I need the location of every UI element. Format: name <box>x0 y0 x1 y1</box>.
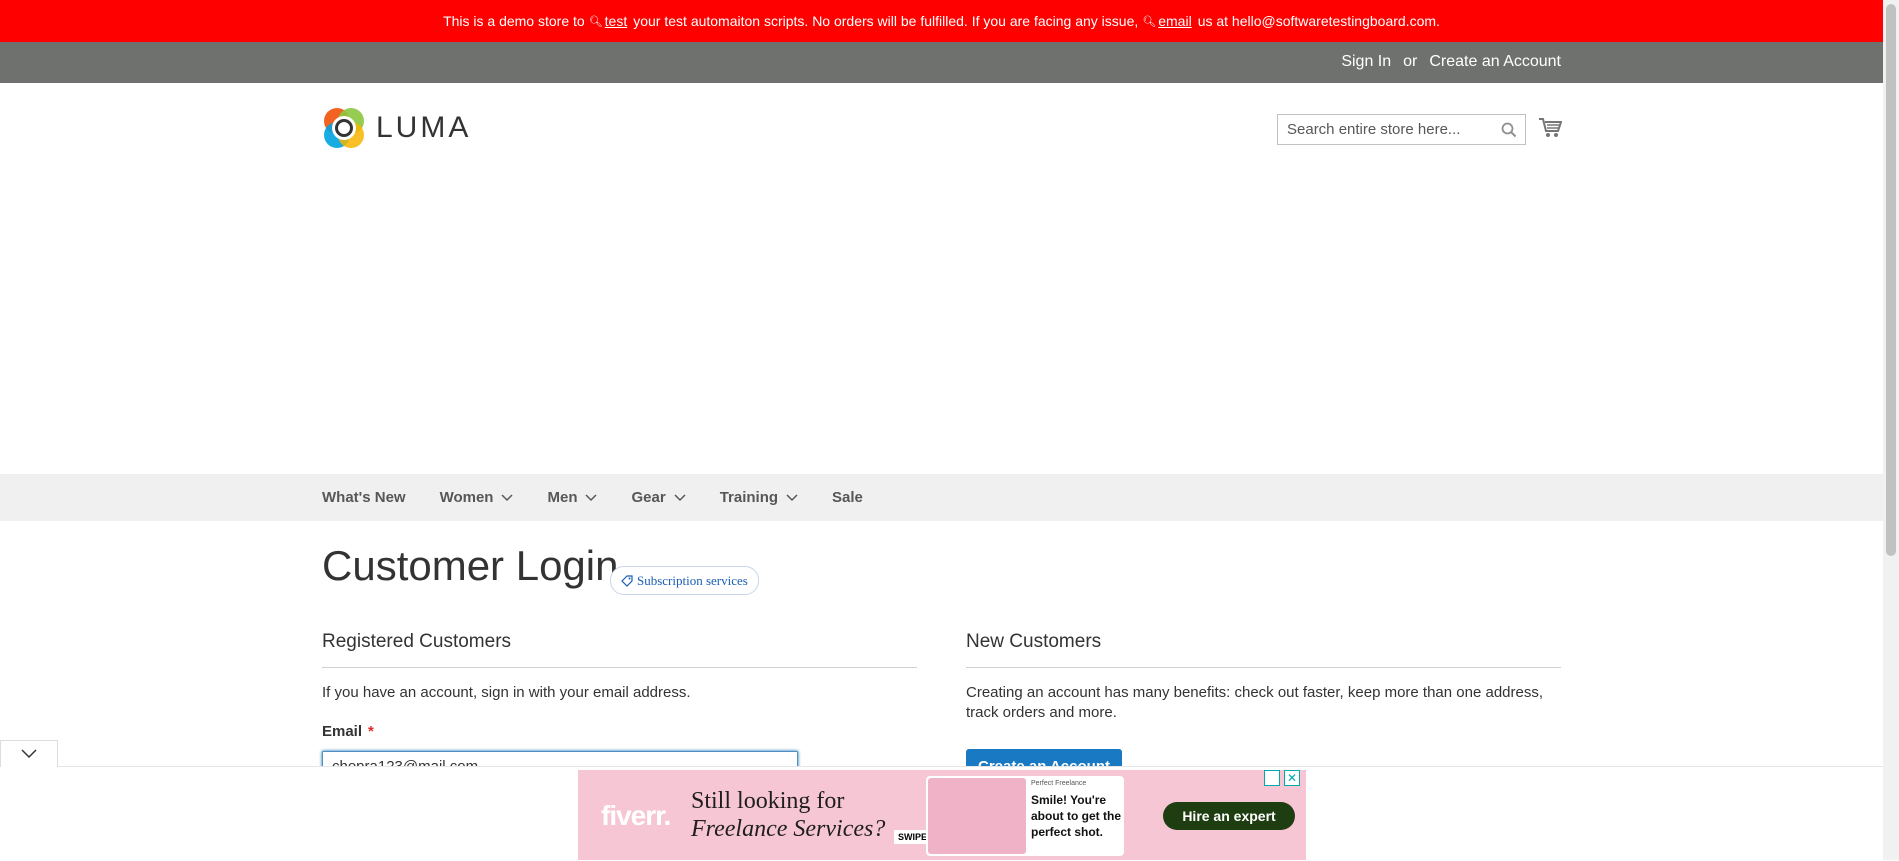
or-separator: or <box>1403 53 1418 70</box>
cart-icon[interactable] <box>1538 117 1563 139</box>
scrollbar[interactable] <box>1883 0 1899 860</box>
luma-logo-icon <box>324 108 364 148</box>
nav-item-men[interactable]: Men <box>547 489 598 506</box>
nav-label: Training <box>719 489 779 506</box>
hire-expert-button[interactable]: Hire an expert <box>1163 802 1295 830</box>
luma-logo[interactable]: LUMA <box>322 106 472 150</box>
nav-label: Sale <box>832 489 863 506</box>
search-input[interactable] <box>1278 115 1506 144</box>
chevron-down-icon <box>21 749 37 759</box>
subscription-services-badge[interactable]: Subscription services <box>610 566 759 595</box>
logo-text: LUMA <box>376 111 472 144</box>
nav-label: Men <box>547 489 578 506</box>
page-title: Customer Login <box>322 542 619 589</box>
nav-item-whats-new[interactable]: What's New <box>322 489 406 506</box>
ad-card-caption: Perfect Freelance <box>1031 780 1087 787</box>
registered-intro: If you have an account, sign in with you… <box>322 684 691 701</box>
chevron-down-icon <box>501 493 514 501</box>
main-navigation: What's New Women Men Gear Training Sale <box>0 474 1883 521</box>
chevron-down-icon <box>674 493 686 501</box>
ad-collapse-toggle[interactable] <box>0 740 58 767</box>
adchoices-icon[interactable] <box>1264 770 1280 786</box>
nav-item-training[interactable]: Training <box>720 489 798 506</box>
divider <box>322 667 917 668</box>
new-customers-intro: Creating an account has many benefits: c… <box>966 684 1544 721</box>
ad-headline-2: Freelance Services? <box>691 816 886 842</box>
search-box[interactable] <box>1277 114 1526 145</box>
demo-notice-middle: your test automaiton scripts. No orders … <box>633 13 1139 29</box>
ad-card: Perfect Freelance Smile! You're about to… <box>926 776 1124 856</box>
header-links: Sign In or Create an Account <box>1341 53 1561 71</box>
chevron-down-icon <box>786 493 798 501</box>
required-mark: * <box>368 723 374 740</box>
email-label-text: Email <box>322 723 363 740</box>
create-account-link[interactable]: Create an Account <box>1429 53 1561 71</box>
ad-headline: Still looking for <box>691 788 845 814</box>
nav-label: Women <box>439 489 494 506</box>
demo-notice-bar: This is a demo store to 🔍︎ test your tes… <box>0 0 1883 42</box>
ad-card-message: Smile! You're about to get the perfect s… <box>1031 793 1121 839</box>
chevron-down-icon <box>585 493 598 501</box>
registered-customers-title: Registered Customers <box>322 631 512 652</box>
nav-item-gear[interactable]: Gear <box>631 489 686 506</box>
ad-card-image <box>928 778 1026 854</box>
scrollbar-thumb[interactable] <box>1886 4 1896 556</box>
magnifier-icon: 🔍︎ <box>1142 15 1157 28</box>
demo-test-link[interactable]: test <box>605 13 628 29</box>
nav-label: Gear <box>631 489 666 506</box>
demo-notice-suffix: us at hello@softwaretestingboard.com. <box>1197 13 1440 29</box>
email-label: Email * <box>322 723 374 740</box>
search-icon[interactable] <box>1501 122 1517 138</box>
minicart[interactable] <box>1538 117 1563 144</box>
demo-email-link[interactable]: email <box>1158 13 1191 29</box>
fiverr-ad-banner[interactable]: fiverr. Still looking for Freelance Serv… <box>578 770 1306 860</box>
nav-item-women[interactable]: Women <box>440 489 514 506</box>
top-panel: Sign In or Create an Account <box>0 42 1883 83</box>
sign-in-link[interactable]: Sign In <box>1341 53 1391 71</box>
new-customers-title: New Customers <box>966 631 1102 652</box>
magnifier-icon: 🔍︎ <box>588 15 603 28</box>
fiverr-logo: fiverr. <box>601 800 671 831</box>
divider <box>966 667 1561 668</box>
badge-label: Subscription services <box>637 572 748 588</box>
tag-icon <box>621 574 633 587</box>
close-icon[interactable]: ✕ <box>1284 770 1300 786</box>
demo-notice-prefix: This is a demo store to <box>443 13 585 29</box>
nav-label: What's New <box>322 489 406 506</box>
nav-item-sale[interactable]: Sale <box>832 489 863 506</box>
